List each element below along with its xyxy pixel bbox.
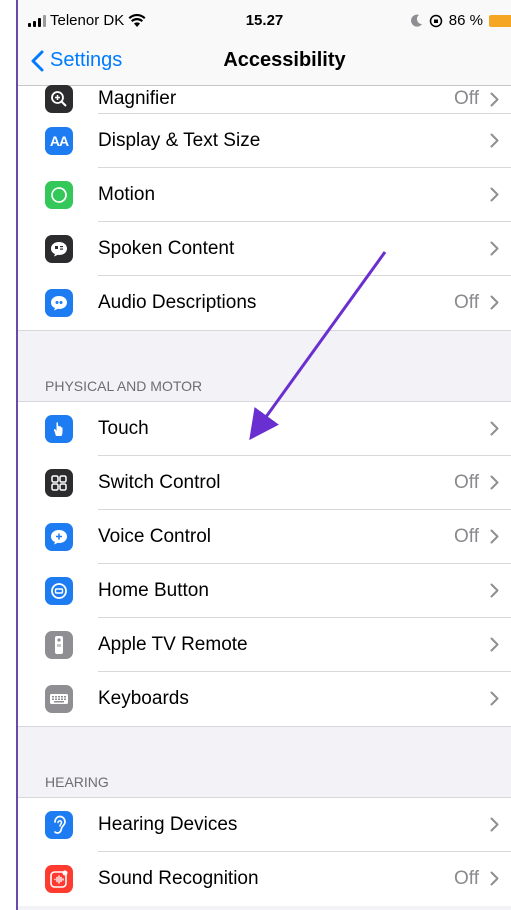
section-header-physical-motor: PHYSICAL AND MOTOR <box>18 370 511 402</box>
sound-recognition-icon <box>45 865 73 893</box>
settings-row-apple-tv-remote[interactable]: Apple TV Remote <box>18 618 511 672</box>
settings-row-keyboards[interactable]: Keyboards <box>18 672 511 726</box>
keyboard-icon <box>45 685 73 713</box>
row-label: Switch Control <box>98 472 221 493</box>
row-value: Off <box>454 868 479 889</box>
status-bar: Telenor DK 15.27 86 % <box>18 0 511 36</box>
settings-row-spoken-content[interactable]: Spoken Content <box>18 222 511 276</box>
spoken-content-icon <box>45 235 73 263</box>
row-label: Sound Recognition <box>98 868 259 889</box>
section-gap <box>18 726 511 766</box>
settings-row-home-button[interactable]: Home Button <box>18 564 511 618</box>
settings-row-motion[interactable]: Motion <box>18 168 511 222</box>
motion-icon <box>45 181 73 209</box>
chevron-right-icon <box>490 691 499 706</box>
hearing-group: Hearing Devices Sound Recognition Off <box>18 798 511 906</box>
chevron-right-icon <box>490 241 499 256</box>
settings-list: Magnifier Off AA Display & Text Size Motion S… <box>18 85 511 906</box>
physical-motor-group: Touch Switch Control Off Voice Control Off Ho… <box>18 402 511 726</box>
vision-group: Magnifier Off AA Display & Text Size Motion S… <box>18 85 511 330</box>
settings-row-voice-control[interactable]: Voice Control Off <box>18 510 511 564</box>
display-text-size-icon: AA <box>45 127 73 155</box>
row-value: Off <box>454 292 479 313</box>
settings-row-sound-recognition[interactable]: Sound Recognition Off <box>18 852 511 906</box>
touch-icon <box>45 415 73 443</box>
chevron-right-icon <box>490 529 499 544</box>
settings-row-touch[interactable]: Touch <box>18 402 511 456</box>
home-button-icon <box>45 577 73 605</box>
row-label: Hearing Devices <box>98 814 238 835</box>
row-value: Off <box>454 472 479 493</box>
chevron-right-icon <box>490 583 499 598</box>
phone-screen: Telenor DK 15.27 86 % Settings Accessibi… <box>16 0 511 910</box>
row-label: Display & Text Size <box>98 130 261 151</box>
chevron-right-icon <box>490 421 499 436</box>
orientation-lock-icon <box>429 14 443 27</box>
row-label: Keyboards <box>98 688 189 709</box>
ear-icon <box>45 811 73 839</box>
row-label: Voice Control <box>98 526 212 547</box>
row-label: Spoken Content <box>98 238 235 259</box>
row-label: Touch <box>98 418 149 439</box>
battery-percent: 86 % <box>448 12 483 29</box>
magnifier-icon <box>45 85 73 113</box>
chevron-right-icon <box>490 133 499 148</box>
chevron-right-icon <box>490 295 499 310</box>
chevron-right-icon <box>490 187 499 202</box>
switch-control-icon <box>45 469 73 497</box>
navigation-bar: Settings Accessibility <box>18 36 511 86</box>
row-value: Off <box>454 88 479 109</box>
section-header-hearing: HEARING <box>18 766 511 798</box>
chevron-right-icon <box>490 637 499 652</box>
audio-descriptions-icon <box>45 289 73 317</box>
section-gap <box>18 330 511 370</box>
row-label: Magnifier <box>98 88 177 109</box>
voice-control-icon <box>45 523 73 551</box>
row-label: Audio Descriptions <box>98 292 257 313</box>
row-label: Motion <box>98 184 156 205</box>
settings-row-switch-control[interactable]: Switch Control Off <box>18 456 511 510</box>
settings-row-magnifier[interactable]: Magnifier Off <box>18 85 511 114</box>
settings-row-hearing-devices[interactable]: Hearing Devices <box>18 798 511 852</box>
settings-row-audio-descriptions[interactable]: Audio Descriptions Off <box>18 276 511 330</box>
row-label: Apple TV Remote <box>98 634 248 655</box>
chevron-right-icon <box>490 92 499 107</box>
page-title: Accessibility <box>223 49 346 71</box>
row-label: Home Button <box>98 580 209 601</box>
settings-row-display-and-text-size[interactable]: AA Display & Text Size <box>18 114 511 168</box>
apple-tv-remote-icon <box>45 631 73 659</box>
row-value: Off <box>454 526 479 547</box>
battery-icon <box>489 14 511 27</box>
moon-icon <box>410 14 422 27</box>
chevron-right-icon <box>490 871 499 886</box>
chevron-right-icon <box>490 475 499 490</box>
chevron-right-icon <box>490 817 499 832</box>
